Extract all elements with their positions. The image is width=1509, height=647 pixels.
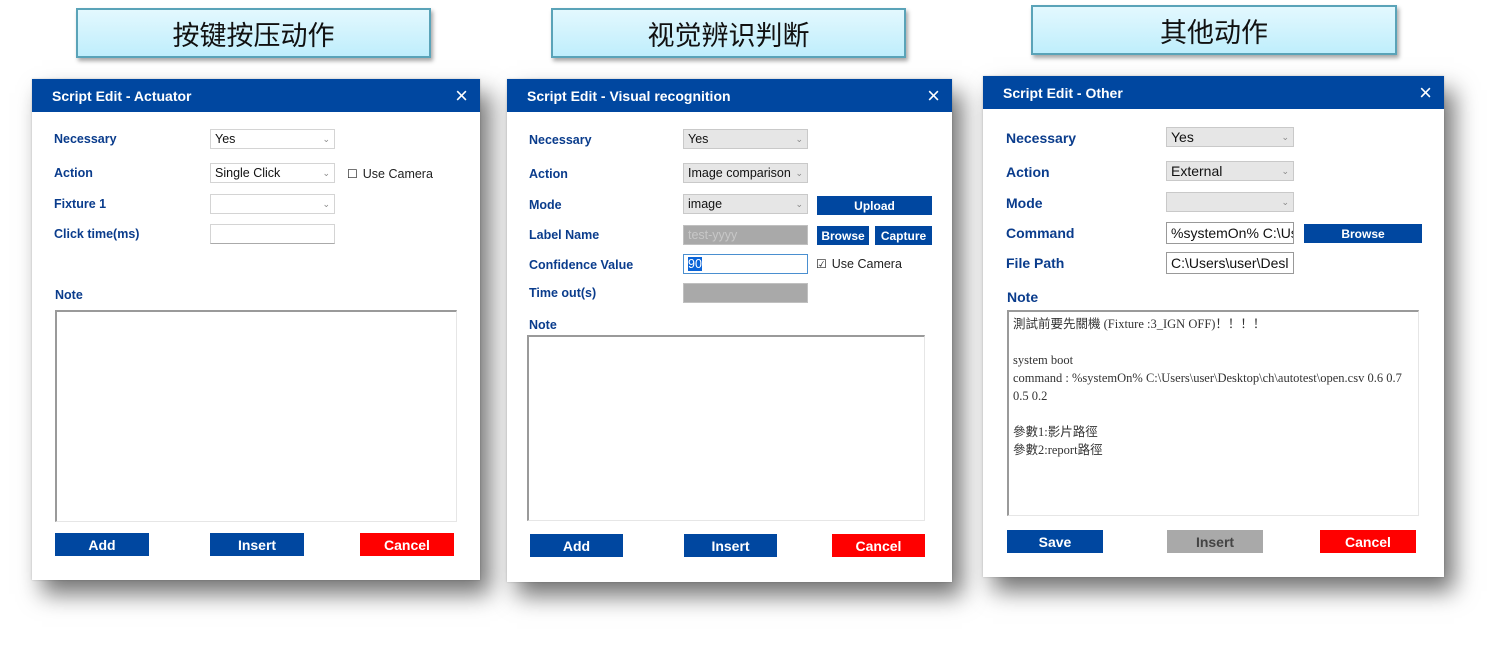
chevron-down-icon: ⌄ [795,198,803,209]
note-textarea[interactable]: 測試前要先關機 (Fixture :3_IGN OFF)！！！！ system … [1007,310,1419,516]
chevron-down-icon: ⌄ [1281,165,1289,176]
timeout-input[interactable] [683,283,808,303]
chevron-down-icon: ⌄ [322,167,330,178]
fixture-label: Fixture 1 [54,197,107,211]
use-camera-checkbox[interactable]: ☐ Use Camera [347,167,433,181]
mode-value: image [688,197,723,211]
command-input[interactable]: %systemOn% C:\Us [1166,222,1294,244]
file-path-input[interactable]: C:\Users\user\Desl [1166,252,1294,274]
label-name-label: Label Name [529,228,600,242]
dialog-other: Script Edit - Other × Necessary Yes ⌄ Act… [983,76,1444,577]
necessary-label: Necessary [1006,130,1077,146]
timeout-label: Time out(s) [529,286,597,300]
capture-button[interactable]: Capture [875,226,932,245]
close-icon[interactable]: × [455,84,468,107]
add-button[interactable]: Add [55,533,149,556]
chevron-down-icon: ⌄ [795,133,803,144]
chevron-down-icon: ⌄ [1281,131,1289,142]
mode-select[interactable]: ⌄ [1166,192,1294,212]
close-icon[interactable]: × [1419,81,1432,104]
chevron-down-icon: ⌄ [322,198,330,209]
mode-label: Mode [1006,195,1043,211]
chevron-down-icon: ⌄ [1281,196,1289,207]
cancel-button[interactable]: Cancel [360,533,454,556]
action-value: Single Click [215,166,281,180]
cancel-button[interactable]: Cancel [1320,530,1416,553]
necessary-label: Necessary [529,133,592,147]
click-time-input[interactable] [210,224,335,244]
action-select[interactable]: Image comparison ⌄ [683,163,808,183]
necessary-select[interactable]: Yes ⌄ [1166,127,1294,147]
note-textarea[interactable] [55,310,457,522]
dialog-visual-recognition: Script Edit - Visual recognition × Neces… [507,79,952,582]
action-label: Action [1006,164,1050,180]
label-name-input[interactable]: test-yyyy [683,225,808,245]
browse-button[interactable]: Browse [817,226,869,245]
action-value: Image comparison [688,166,791,180]
cancel-button[interactable]: Cancel [832,534,925,557]
use-camera-label: Use Camera [831,257,902,271]
checkbox-checked-icon[interactable]: ☑ [816,257,827,271]
chevron-down-icon: ⌄ [795,167,803,178]
fixture-select[interactable]: ⌄ [210,194,335,214]
dialog-header: Script Edit - Other × [983,76,1444,109]
use-camera-checkbox[interactable]: ☑ Use Camera [816,257,902,271]
dialog-title: Script Edit - Visual recognition [527,87,731,104]
necessary-value: Yes [688,132,709,146]
command-label: Command [1006,225,1075,241]
dialog-header: Script Edit - Visual recognition × [507,79,952,112]
use-camera-label: Use Camera [362,167,433,181]
dialog-actuator: Script Edit - Actuator × Necessary Yes ⌄ … [32,79,480,580]
insert-button[interactable]: Insert [210,533,304,556]
browse-button[interactable]: Browse [1304,224,1422,243]
necessary-select[interactable]: Yes ⌄ [210,129,335,149]
action-label: Action [529,167,568,181]
chevron-down-icon: ⌄ [322,133,330,144]
action-select[interactable]: Single Click ⌄ [210,163,335,183]
necessary-label: Necessary [54,132,117,146]
click-time-label: Click time(ms) [54,227,140,241]
necessary-value: Yes [215,132,236,146]
add-button[interactable]: Add [530,534,623,557]
checkbox-icon[interactable]: ☐ [347,167,358,181]
caption-actuator: 按键按压动作 [76,8,431,58]
caption-visual-recognition: 视觉辨识判断 [551,8,906,58]
note-label: Note [55,288,83,302]
mode-select[interactable]: image ⌄ [683,194,808,214]
action-value: External [1171,163,1223,179]
dialog-title: Script Edit - Other [1003,84,1123,101]
caption-other: 其他动作 [1031,5,1397,55]
file-path-label: File Path [1006,255,1065,271]
note-label: Note [529,318,557,332]
mode-label: Mode [529,198,562,212]
confidence-input[interactable]: 90 [683,254,808,274]
note-textarea[interactable] [527,335,925,521]
necessary-select[interactable]: Yes ⌄ [683,129,808,149]
confidence-value: 90 [688,257,702,271]
close-icon[interactable]: × [927,84,940,107]
dialog-title: Script Edit - Actuator [52,87,192,104]
upload-button[interactable]: Upload [817,196,932,215]
necessary-value: Yes [1171,129,1194,145]
dialog-header: Script Edit - Actuator × [32,79,480,112]
insert-button[interactable]: Insert [684,534,777,557]
confidence-label: Confidence Value [529,258,634,272]
note-label: Note [1007,289,1039,305]
action-select[interactable]: External ⌄ [1166,161,1294,181]
insert-button[interactable]: Insert [1167,530,1263,553]
action-label: Action [54,166,93,180]
save-button[interactable]: Save [1007,530,1103,553]
